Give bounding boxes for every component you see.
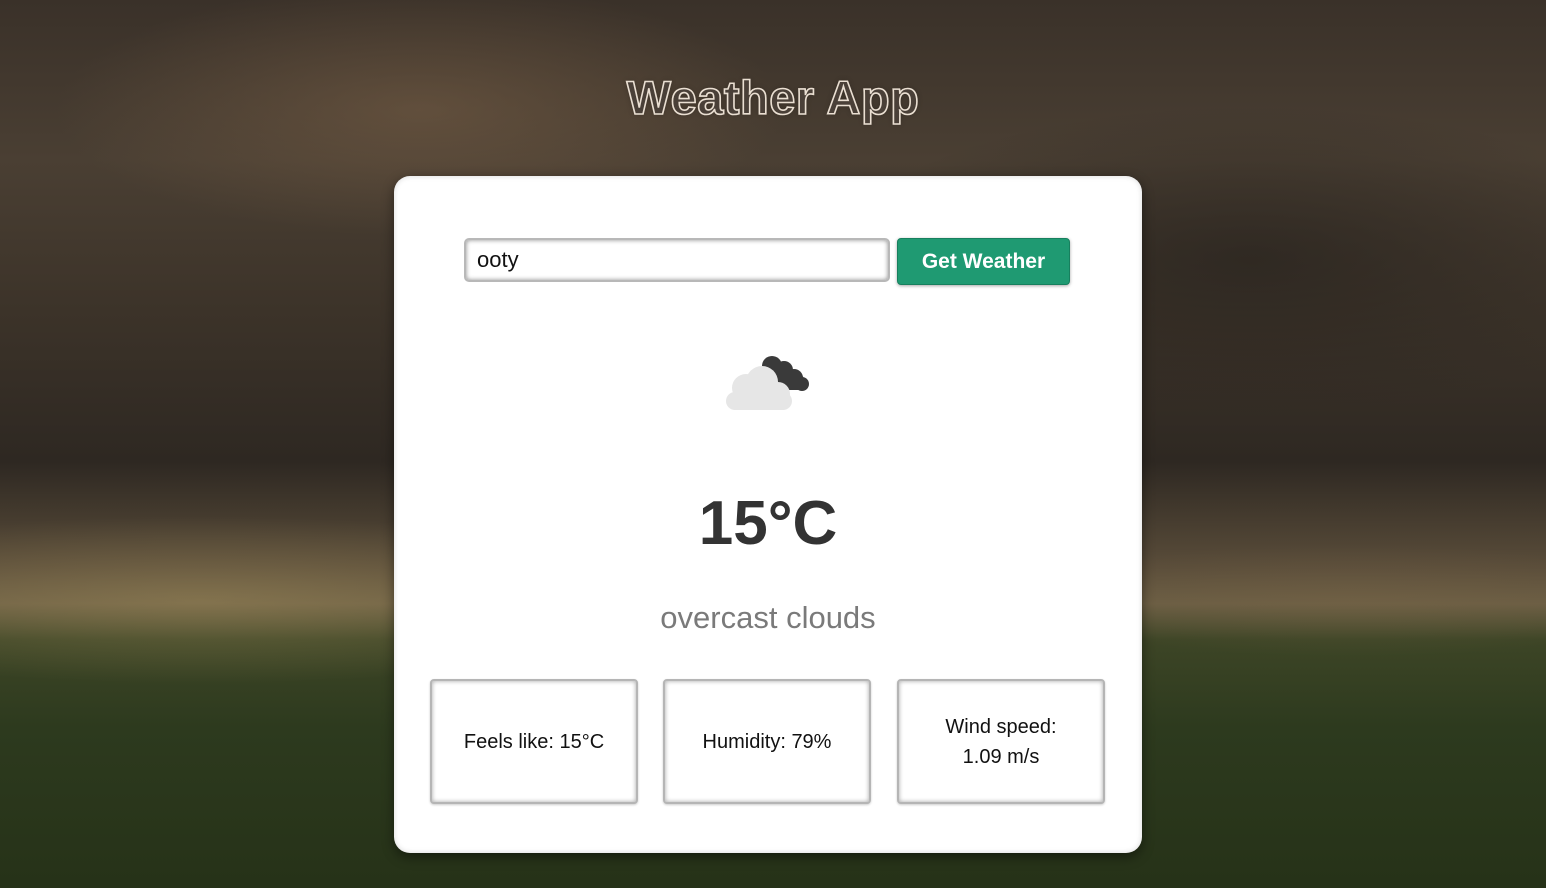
humidity-text: Humidity: 79%	[702, 730, 832, 753]
temperature: 15°C	[698, 489, 838, 558]
wind-speed-label: Wind speed:	[945, 715, 1057, 738]
feels-like-box: Feels like: 15°C	[430, 679, 638, 804]
overcast-clouds-icon	[726, 356, 809, 410]
humidity-box: Humidity: 79%	[663, 679, 871, 804]
app-title: Weather App	[626, 70, 920, 125]
get-weather-button[interactable]: Get Weather	[897, 238, 1070, 285]
weather-description: overcast clouds	[660, 600, 876, 635]
city-search-input[interactable]	[464, 238, 890, 282]
weather-card: Get Weather 15°C overcast clouds Feels l…	[394, 176, 1142, 853]
wind-speed-text: Wind speed: 1.09 m/s	[945, 712, 1056, 772]
wind-speed-box: Wind speed: 1.09 m/s	[897, 679, 1105, 804]
feels-like-text: Feels like: 15°C	[463, 730, 605, 753]
wind-speed-value: 1.09 m/s	[962, 745, 1040, 768]
